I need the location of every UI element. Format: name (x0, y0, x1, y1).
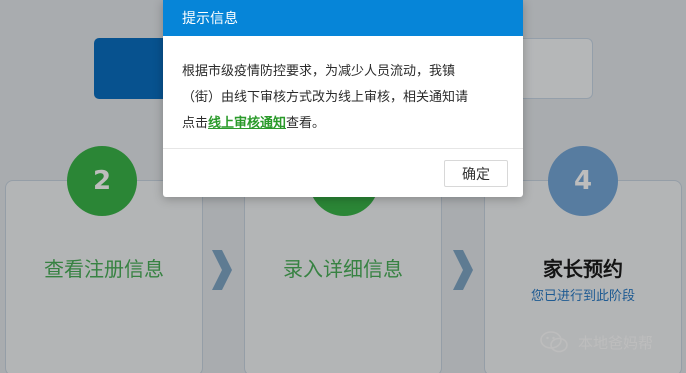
message-line: 点击线上审核通知查看。 (182, 111, 504, 137)
message-suffix: 查看。 (286, 116, 326, 131)
message-line: （街）由线下审核方式改为线上审核，相关通知请 (182, 90, 469, 105)
notice-dialog: 提示信息 根据市级疫情防控要求，为减少人员流动，我镇 （街）由线下审核方式改为线… (163, 0, 523, 197)
dialog-title: 提示信息 (163, 0, 523, 36)
confirm-button[interactable]: 确定 (444, 160, 508, 187)
online-review-notice-link[interactable]: 线上审核通知 (208, 116, 286, 131)
dialog-message: 根据市级疫情防控要求，为减少人员流动，我镇 （街）由线下审核方式改为线上审核，相… (163, 36, 523, 149)
dialog-footer: 确定 (163, 149, 523, 196)
message-line: 根据市级疫情防控要求，为减少人员流动，我镇 (182, 64, 456, 79)
message-prefix: 点击 (182, 116, 209, 131)
